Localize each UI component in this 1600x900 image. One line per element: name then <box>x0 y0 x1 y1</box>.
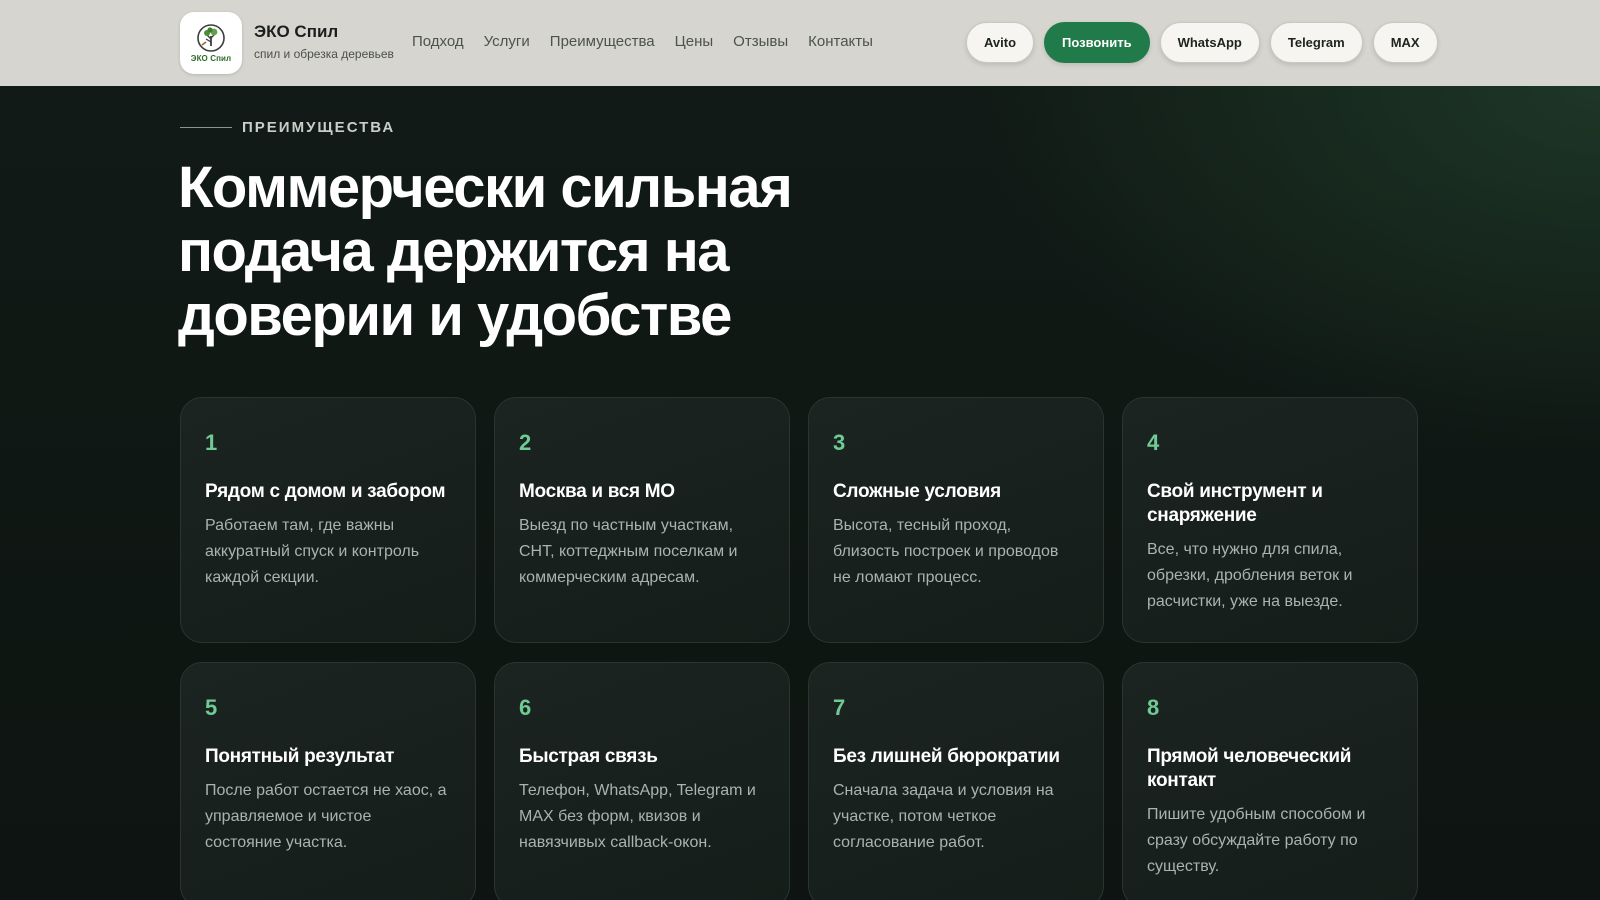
card-title: Понятный результат <box>205 746 395 767</box>
logo-text: ЭКО Спил <box>190 54 232 63</box>
card-number: 8 <box>1147 695 1160 720</box>
brand-tagline: спил и обрезка деревьев <box>254 47 394 61</box>
advantage-card: 1 Рядом с домом и забором Работаем там, … <box>180 397 476 643</box>
nav-contacts[interactable]: Контакты <box>808 33 873 50</box>
card-number: 5 <box>205 695 218 720</box>
telegram-button[interactable]: Telegram <box>1269 22 1363 63</box>
tree-logo-icon <box>197 24 225 52</box>
advantage-card: 7 Без лишней бюрократии Сначала задача и… <box>808 662 1104 900</box>
card-text: Высота, тесный проход, близость построек… <box>833 517 1059 586</box>
card-number: 4 <box>1147 430 1160 455</box>
card-number: 3 <box>833 430 846 455</box>
nav-advantages[interactable]: Преимущества <box>550 33 655 50</box>
brand-name: ЭКО Спил <box>254 22 339 41</box>
brand: ЭКО Спил спил и обрезка деревьев <box>254 22 394 61</box>
call-button[interactable]: Позвонить <box>1044 22 1150 63</box>
nav-approach[interactable]: Подход <box>412 33 464 50</box>
card-title: Прямой человеческий контакт <box>1147 746 1352 791</box>
advantage-card: 5 Понятный результат После работ остаетс… <box>180 662 476 900</box>
section-eyebrow: ПРЕИМУЩЕСТВА <box>180 119 395 136</box>
card-title: Сложные условия <box>833 481 1001 502</box>
card-number: 7 <box>833 695 846 720</box>
site-header: ЭКО Спил ЭКО Спил спил и обрезка деревье… <box>0 0 1600 86</box>
card-title: Быстрая связь <box>519 746 658 767</box>
avito-button[interactable]: Avito <box>966 22 1035 63</box>
card-number: 6 <box>519 695 532 720</box>
whatsapp-button[interactable]: WhatsApp <box>1159 22 1260 63</box>
card-text: После работ остается не хаос, а управляе… <box>205 782 447 851</box>
nav-reviews[interactable]: Отзывы <box>733 33 788 50</box>
eyebrow-label: ПРЕИМУЩЕСТВА <box>242 119 396 136</box>
nav-services[interactable]: Услуги <box>484 33 530 50</box>
nav-prices[interactable]: Цены <box>675 33 714 50</box>
main-nav: Подход Услуги Преимущества Цены Отзывы К… <box>412 33 873 50</box>
advantage-card: 6 Быстрая связь Телефон, WhatsApp, Teleg… <box>494 662 790 900</box>
section-title: Коммерчески сильная подача держится на д… <box>178 155 793 348</box>
card-number: 1 <box>205 430 218 455</box>
card-title: Свой инструмент и снаряжение <box>1147 481 1323 526</box>
card-title: Рядом с домом и забором <box>205 481 446 502</box>
contact-buttons: Avito Позвонить WhatsApp Telegram MAX <box>966 22 1438 63</box>
card-text: Сначала задача и условия на участке, пот… <box>833 782 1054 851</box>
advantage-card: 2 Москва и вся МО Выезд по частным участ… <box>494 397 790 643</box>
advantage-card: 4 Свой инструмент и снаряжение Все, что … <box>1122 397 1418 643</box>
card-title: Без лишней бюрократии <box>833 746 1060 767</box>
advantage-card: 3 Сложные условия Высота, тесный проход,… <box>808 397 1104 643</box>
card-text: Все, что нужно для спила, обрезки, дробл… <box>1147 541 1353 610</box>
advantage-card: 8 Прямой человеческий контакт Пишите удо… <box>1122 662 1418 900</box>
max-button[interactable]: MAX <box>1372 22 1438 63</box>
card-text: Выезд по частным участкам, СНТ, коттеджн… <box>519 517 738 586</box>
logo[interactable]: ЭКО Спил <box>180 12 242 74</box>
eyebrow-divider <box>180 127 232 128</box>
card-title: Москва и вся МО <box>519 481 675 502</box>
card-text: Работаем там, где важны аккуратный спуск… <box>205 517 420 586</box>
card-number: 2 <box>519 430 532 455</box>
card-text: Телефон, WhatsApp, Telegram и MAX без фо… <box>519 782 756 851</box>
card-text: Пишите удобным способом и сразу обсуждай… <box>1147 806 1366 875</box>
advantages-grid: 1 Рядом с домом и забором Работаем там, … <box>180 397 1420 900</box>
